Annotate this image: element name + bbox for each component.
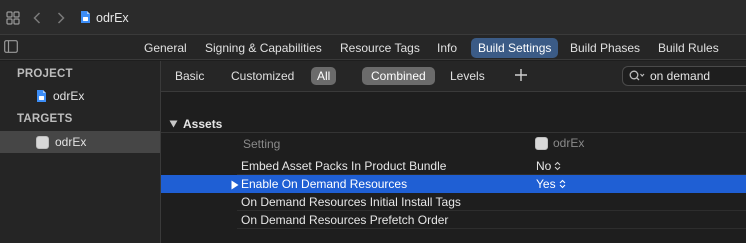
app-target-icon [36,135,49,149]
setting-value-popup[interactable]: Yes [536,177,566,191]
targets-header: TARGETS [17,113,73,125]
setting-value: No [536,159,552,173]
filter-customized[interactable]: Customized [225,67,300,85]
tab-info[interactable]: Info [430,38,464,58]
sidebar-item-project[interactable]: odrEx [0,85,160,107]
tab-build-phases[interactable]: Build Phases [563,38,647,58]
project-file-icon [80,10,91,27]
back-chevron-icon[interactable] [30,8,44,28]
column-header-target: odrEx [535,136,584,150]
tab-signing-capabilities[interactable]: Signing & Capabilities [198,38,329,58]
filter-all[interactable]: All [311,67,337,85]
filter-basic[interactable]: Basic [169,67,210,85]
popup-chevrons-icon [554,161,561,171]
tab-general[interactable]: General [137,38,194,58]
project-navigator: PROJECT odrEx TARGETS odrEx [0,61,161,243]
setting-name: On Demand Resources Prefetch Order [241,213,449,227]
setting-value: Yes [536,177,556,191]
row-separator [237,228,746,229]
group-divider [161,132,746,133]
setting-row-prefetch-order[interactable]: On Demand Resources Prefetch Order [161,211,746,229]
sidebar-toggle-icon[interactable] [4,40,20,54]
setting-row-embed-asset-packs[interactable]: Embed Asset Packs In Product Bundle No [161,157,746,175]
setting-row-initial-install-tags[interactable]: On Demand Resources Initial Install Tags [161,193,746,211]
project-file-tab[interactable]: odrEx [80,9,129,27]
column-header-target-label: odrEx [553,136,585,150]
popup-chevrons-icon [559,179,565,189]
view-levels[interactable]: Levels [444,67,491,85]
view-combined[interactable]: Combined [362,67,435,85]
search-icon [629,70,645,82]
setting-row-enable-on-demand-resources[interactable]: Enable On Demand Resources Yes [161,175,746,193]
tab-build-rules[interactable]: Build Rules [651,38,726,58]
project-file-icon [36,89,47,103]
group-title: Assets [183,117,223,131]
file-name: odrEx [96,11,129,25]
setting-name: On Demand Resources Initial Install Tags [241,195,461,209]
editor-tab-bar: General Signing & Capabilities Resource … [0,35,746,60]
sidebar-item-label: odrEx [55,135,87,149]
disclosure-right-icon[interactable] [231,179,239,190]
disclosure-down-icon [169,120,178,128]
setting-value-popup[interactable]: No [536,159,561,173]
setting-name: Embed Asset Packs In Product Bundle [241,159,447,173]
column-header-setting: Setting [243,137,281,151]
grid-icon[interactable] [4,8,22,28]
app-target-icon [535,136,548,150]
assets-group-header[interactable]: Assets [169,117,222,131]
title-bar: odrEx [0,0,746,35]
sidebar-item-label: odrEx [53,89,85,103]
build-settings-table: Assets Setting odrEx Embed Asset Packs I… [161,92,746,243]
search-input[interactable] [650,69,745,83]
sidebar-item-target[interactable]: odrEx [0,131,160,153]
tab-resource-tags[interactable]: Resource Tags [333,38,427,58]
setting-name: Enable On Demand Resources [241,177,408,191]
build-settings-filter-bar: Basic Customized All Combined Levels [161,61,746,92]
add-setting-plus-icon[interactable] [514,68,528,82]
settings-search-field[interactable] [622,66,746,86]
tab-build-settings[interactable]: Build Settings [471,38,559,58]
forward-chevron-icon[interactable] [54,8,68,28]
project-header: PROJECT [17,68,73,80]
